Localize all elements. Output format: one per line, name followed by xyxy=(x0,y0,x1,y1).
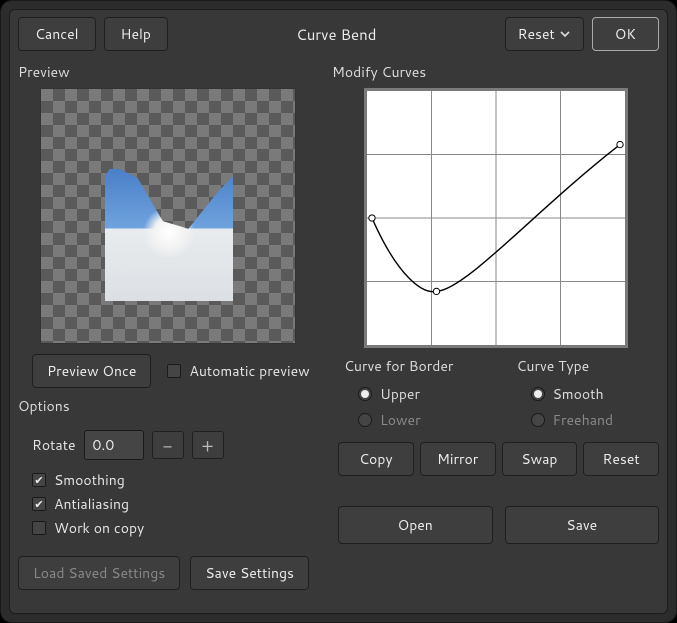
checkbox-box xyxy=(167,364,181,378)
checkbox-box xyxy=(32,497,46,511)
dialog-title: Curve Bend xyxy=(176,24,497,45)
smooth-label: Smooth xyxy=(553,384,604,404)
rotate-input[interactable]: 0.0 xyxy=(84,430,144,460)
checkbox-box xyxy=(32,473,46,487)
load-saved-settings-button[interactable]: Load Saved Settings xyxy=(18,556,180,590)
border-lower-radio[interactable]: Lower xyxy=(358,410,487,430)
automatic-preview-checkbox[interactable]: Automatic preview xyxy=(167,361,309,381)
preview-canvas xyxy=(40,88,296,344)
radio-dot xyxy=(531,413,545,427)
preview-once-button[interactable]: Preview Once xyxy=(32,354,151,388)
curve-control-point[interactable] xyxy=(616,141,622,147)
antialiasing-checkbox[interactable]: Antialiasing xyxy=(32,494,318,514)
options-section-label: Options xyxy=(18,396,318,416)
curve-control-point[interactable] xyxy=(368,215,374,221)
upper-label: Upper xyxy=(380,384,420,404)
curve-control-point[interactable] xyxy=(433,288,439,294)
preview-section-label: Preview xyxy=(18,62,318,82)
ok-button[interactable]: OK xyxy=(592,17,659,51)
copy-button[interactable]: Copy xyxy=(338,442,414,476)
rotate-increment[interactable]: + xyxy=(192,431,224,459)
checkbox-box xyxy=(32,521,46,535)
smoothing-checkbox[interactable]: Smoothing xyxy=(32,470,318,490)
modify-curves-label: Modify Curves xyxy=(332,62,659,82)
curve-border-label: Curve for Border xyxy=(344,356,487,376)
save-settings-button[interactable]: Save Settings xyxy=(190,556,309,590)
mirror-button[interactable]: Mirror xyxy=(420,442,496,476)
rotate-decrement[interactable]: − xyxy=(152,431,184,459)
lower-label: Lower xyxy=(380,410,421,430)
help-button[interactable]: Help xyxy=(104,17,168,51)
save-button[interactable]: Save xyxy=(505,506,660,544)
work-on-copy-checkbox[interactable]: Work on copy xyxy=(32,518,318,538)
preview-bend-mask xyxy=(41,89,295,343)
type-smooth-radio[interactable]: Smooth xyxy=(531,384,660,404)
reset-label: Reset xyxy=(518,24,555,44)
swap-button[interactable]: Swap xyxy=(502,442,578,476)
chevron-down-icon xyxy=(559,28,571,40)
curve-editor[interactable] xyxy=(364,88,628,348)
open-button[interactable]: Open xyxy=(338,506,493,544)
radio-dot xyxy=(358,413,372,427)
dialog-titlebar: Cancel Help Curve Bend Reset OK xyxy=(18,18,659,58)
type-freehand-radio[interactable]: Freehand xyxy=(531,410,660,430)
curve-type-label: Curve Type xyxy=(517,356,660,376)
work-on-copy-label: Work on copy xyxy=(54,518,144,538)
reset-dropdown-button[interactable]: Reset xyxy=(505,17,584,51)
antialiasing-label: Antialiasing xyxy=(54,494,129,514)
smoothing-label: Smoothing xyxy=(54,470,125,490)
freehand-label: Freehand xyxy=(553,410,614,430)
automatic-preview-label: Automatic preview xyxy=(189,361,309,381)
rotate-label: Rotate xyxy=(32,435,76,455)
cancel-button[interactable]: Cancel xyxy=(18,17,96,51)
border-upper-radio[interactable]: Upper xyxy=(358,384,487,404)
radio-dot xyxy=(358,387,372,401)
radio-dot xyxy=(531,387,545,401)
curve-reset-button[interactable]: Reset xyxy=(583,442,659,476)
